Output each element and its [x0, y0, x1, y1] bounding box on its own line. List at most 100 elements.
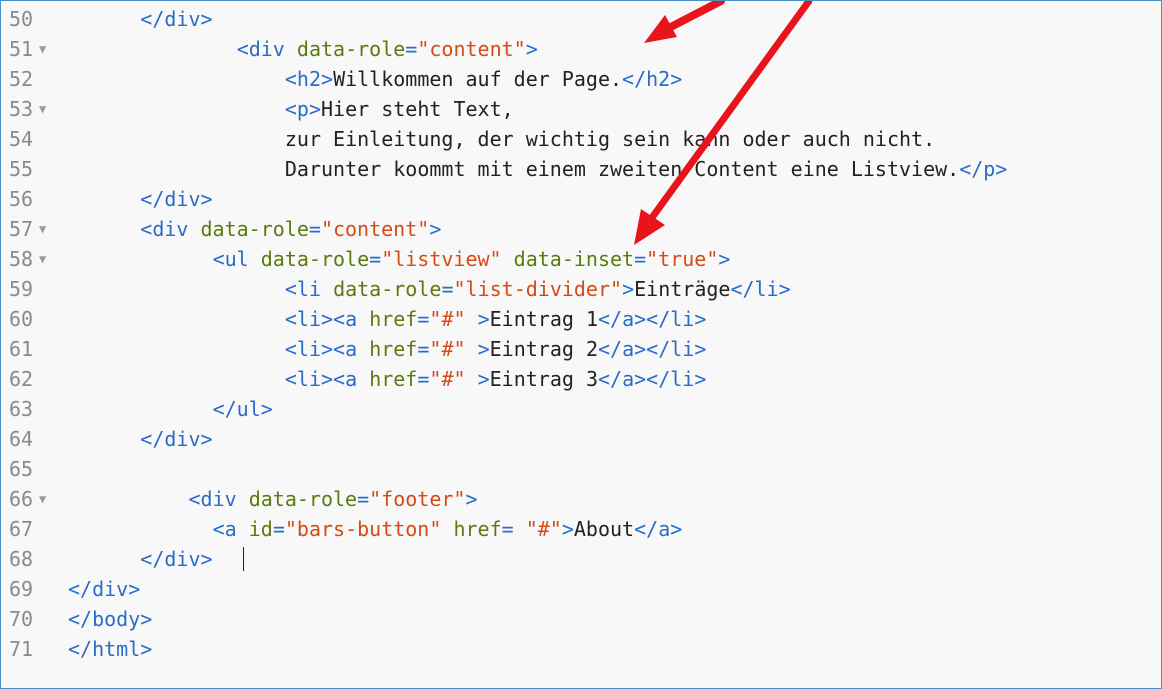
- code-editor[interactable]: 50 </div> 51 ▼ <div data-role="content"> 52 <h…: [0, 0, 1162, 689]
- code-line[interactable]: 71 </html>: [1, 634, 1161, 664]
- code-token: data-inset: [513, 247, 635, 271]
- code-line[interactable]: 50 </div>: [1, 4, 1161, 34]
- code-token: href: [369, 367, 418, 391]
- code-token: >: [561, 517, 574, 541]
- fold-toggle-icon[interactable]: ▼: [39, 94, 46, 124]
- code-token: Hier steht Text,: [321, 97, 514, 121]
- code-text: <div data-role="content">: [237, 34, 538, 64]
- code-token: "content": [417, 37, 526, 61]
- code-token: =: [405, 37, 418, 61]
- code-line[interactable]: 51 ▼ <div data-role="content">: [1, 34, 1161, 64]
- code-token: "listview": [381, 247, 502, 271]
- code-text: <li data-role="list-divider">Einträge</l…: [285, 274, 791, 304]
- fold-toggle-icon[interactable]: ▼: [39, 484, 46, 514]
- line-number: 62: [9, 367, 34, 391]
- line-number: 50: [9, 7, 34, 31]
- code-line[interactable]: 54 zur Einleitung, der wichtig sein kann …: [1, 124, 1161, 154]
- code-text: </div>: [140, 544, 224, 574]
- code-token: Einträge: [634, 277, 731, 301]
- code-token: >: [465, 337, 490, 361]
- line-number: 67: [9, 517, 34, 541]
- code-token: </div>: [140, 427, 213, 451]
- code-token: Eintrag 2: [489, 337, 598, 361]
- code-token: <ul: [212, 247, 261, 271]
- code-token: zur Einleitung, der wichtig sein kann od…: [284, 127, 936, 151]
- code-line[interactable]: 63 </ul>: [1, 394, 1161, 424]
- code-line[interactable]: 69 </div>: [1, 574, 1161, 604]
- code-token: href: [369, 307, 418, 331]
- code-token: data-role: [260, 247, 370, 271]
- line-number: 69: [9, 577, 34, 601]
- code-token: >: [718, 247, 731, 271]
- code-token: <li><a: [284, 307, 370, 331]
- line-number: 65: [9, 457, 34, 481]
- code-token: =: [357, 487, 370, 511]
- code-line[interactable]: 61 <li><a href="#" >Eintrag 2</a></li>: [1, 334, 1161, 364]
- fold-toggle-icon[interactable]: ▼: [39, 244, 46, 274]
- line-number: 63: [9, 397, 34, 421]
- code-token: Darunter koommt mit einem zweiten Conten…: [284, 157, 960, 181]
- code-text: <h2>Willkommen auf der Page.</h2>: [285, 64, 682, 94]
- line-number: 71: [9, 637, 34, 661]
- line-number: 60: [9, 307, 34, 331]
- line-number: 52: [9, 67, 34, 91]
- code-token: href: [453, 517, 502, 541]
- code-token: =: [369, 247, 382, 271]
- code-token: <li><a: [284, 337, 370, 361]
- code-line[interactable]: 53 ▼ <p>Hier steht Text,: [1, 94, 1161, 124]
- code-line[interactable]: 58 ▼ <ul data-role="listview" data-inset="…: [1, 244, 1161, 274]
- code-line[interactable]: 67 <a id="bars-button" href= "#">About</a…: [1, 514, 1161, 544]
- code-line[interactable]: 70 </body>: [1, 604, 1161, 634]
- code-token: </a></li>: [598, 307, 707, 331]
- code-token: "content": [320, 217, 430, 241]
- code-token: >: [465, 367, 490, 391]
- code-line[interactable]: 56 </div>: [1, 184, 1161, 214]
- code-token: <li: [284, 277, 334, 301]
- code-token: >: [525, 37, 538, 61]
- code-token: data-role: [296, 37, 406, 61]
- code-line[interactable]: 60 <li><a href="#" >Eintrag 1</a></li>: [1, 304, 1161, 334]
- code-token: >: [465, 487, 478, 511]
- code-token: <div: [140, 217, 201, 241]
- code-token: >: [429, 217, 442, 241]
- code-token: =: [417, 367, 430, 391]
- code-line[interactable]: 59 <li data-role="list-divider">Einträge<…: [1, 274, 1161, 304]
- code-token: >: [465, 307, 490, 331]
- code-token: </h2>: [622, 67, 683, 91]
- code-token: </li>: [730, 277, 791, 301]
- code-token: "footer": [369, 487, 466, 511]
- code-token: <a: [212, 517, 249, 541]
- code-token: </div>: [68, 577, 141, 601]
- code-token: =: [501, 517, 526, 541]
- code-line[interactable]: 55 Darunter koommt mit einem zweiten Cont…: [1, 154, 1161, 184]
- code-token: <p>: [284, 97, 322, 121]
- line-number: 56: [9, 187, 34, 211]
- code-token: About: [573, 517, 635, 541]
- code-line[interactable]: 68 </div>: [1, 544, 1161, 574]
- code-line[interactable]: 65: [1, 454, 1161, 484]
- code-token: data-role: [248, 487, 358, 511]
- code-line[interactable]: 64 </div>: [1, 424, 1161, 454]
- fold-toggle-icon[interactable]: ▼: [39, 214, 46, 244]
- fold-toggle-icon[interactable]: ▼: [39, 34, 46, 64]
- code-token: href: [369, 337, 418, 361]
- code-token: <li><a: [284, 367, 370, 391]
- code-token: <div: [188, 487, 249, 511]
- code-token: Willkommen auf der Page.: [333, 67, 623, 91]
- code-token: "bars-button": [284, 517, 442, 541]
- code-text: <li><a href="#" >Eintrag 1</a></li>: [285, 304, 706, 334]
- code-line[interactable]: 57 ▼ <div data-role="content">: [1, 214, 1161, 244]
- code-line[interactable]: 62 <li><a href="#" >Eintrag 3</a></li>: [1, 364, 1161, 394]
- code-token: <div: [236, 37, 297, 61]
- code-line[interactable]: 66 ▼ <div data-role="footer">: [1, 484, 1161, 514]
- code-text: <a id="bars-button" href= "#">About</a>: [213, 514, 683, 544]
- code-token: data-role: [333, 277, 442, 301]
- code-token: </body>: [68, 607, 153, 631]
- code-token: data-role: [200, 217, 309, 241]
- line-number: 51: [9, 37, 34, 61]
- code-text: zur Einleitung, der wichtig sein kann od…: [285, 124, 935, 154]
- code-line[interactable]: 52 <h2>Willkommen auf der Page.</h2>: [1, 64, 1161, 94]
- code-text: <p>Hier steht Text,: [285, 94, 514, 124]
